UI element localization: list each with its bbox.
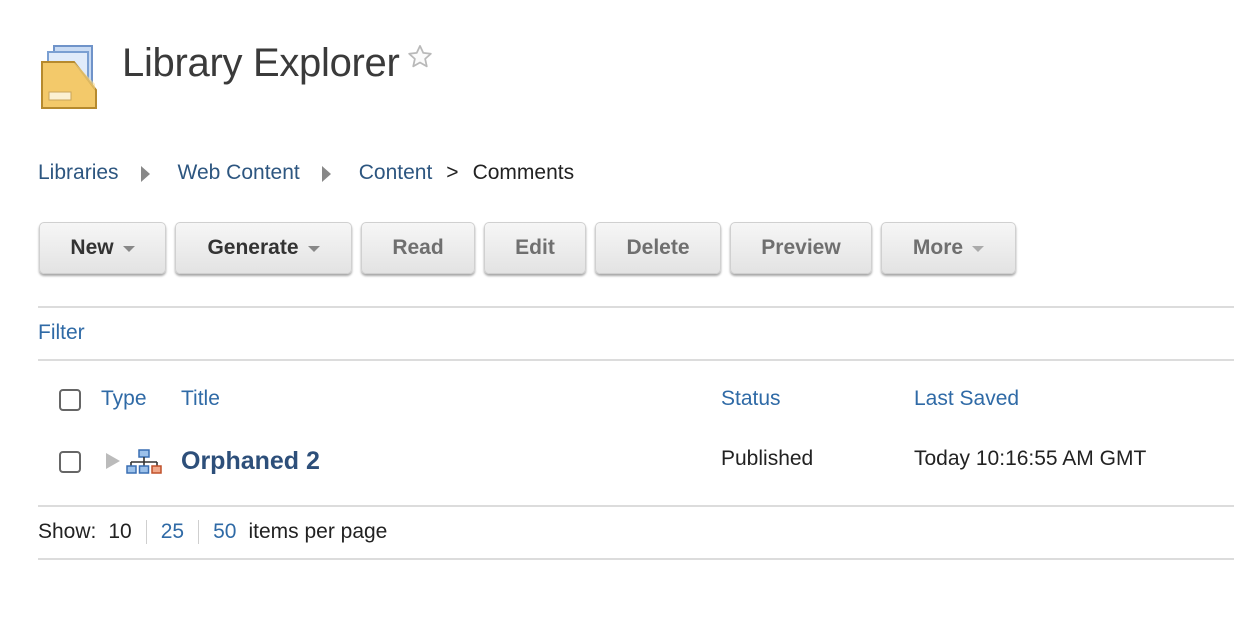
breadcrumb-arrow-icon[interactable]	[321, 166, 331, 182]
read-button[interactable]: Read	[361, 222, 475, 274]
breadcrumb-arrow-icon[interactable]	[140, 166, 150, 182]
page-header: Library Explorer	[40, 41, 434, 110]
generate-button-label: Generate	[207, 236, 299, 259]
preview-button[interactable]: Preview	[730, 222, 872, 274]
page-size-10-selected: 10	[108, 520, 132, 543]
filter-link[interactable]: Filter	[38, 321, 85, 345]
column-header-last-saved[interactable]: Last Saved	[914, 387, 1019, 411]
new-button-label: New	[70, 236, 114, 259]
breadcrumb-current: Comments	[472, 161, 575, 184]
page-size-50-link[interactable]: 50	[213, 520, 236, 544]
chevron-down-icon	[122, 246, 135, 252]
separator	[145, 520, 147, 544]
breadcrumb-content[interactable]: Content	[359, 161, 433, 185]
more-button-label: More	[912, 236, 964, 259]
page-size-25-link[interactable]: 25	[161, 520, 184, 544]
row-last-saved: Today 10:16:55 AM GMT	[914, 447, 1147, 470]
delete-button-label: Delete	[626, 236, 690, 259]
row-title-link[interactable]: Orphaned 2	[181, 447, 320, 476]
read-button-label: Read	[392, 236, 444, 259]
new-button[interactable]: New	[39, 222, 166, 274]
divider	[38, 359, 1234, 361]
breadcrumb-separator: >	[446, 161, 459, 184]
generate-button[interactable]: Generate	[175, 222, 352, 274]
toolbar: New Generate Read Edit Delete Preview Mo…	[39, 222, 1016, 274]
delete-button[interactable]: Delete	[595, 222, 721, 274]
divider	[38, 306, 1234, 308]
row-checkbox[interactable]	[59, 451, 81, 473]
divider	[38, 558, 1234, 560]
show-label: Show:	[38, 520, 97, 543]
separator	[198, 520, 200, 544]
breadcrumb: Libraries Web Content Content > Comments	[38, 161, 574, 185]
select-all-checkbox[interactable]	[59, 389, 81, 411]
row-status: Published	[721, 447, 814, 470]
divider	[38, 505, 1234, 507]
column-header-title[interactable]: Title	[181, 387, 220, 411]
page-title: Library Explorer	[122, 41, 400, 85]
star-outline-icon[interactable]	[406, 43, 434, 71]
page-size-selector: Show: 10 25 50 items per page	[38, 520, 387, 544]
breadcrumb-web-content[interactable]: Web Content	[178, 161, 300, 185]
expand-arrow-icon[interactable]	[106, 453, 120, 469]
chevron-down-icon	[307, 246, 320, 252]
breadcrumb-libraries[interactable]: Libraries	[38, 161, 119, 185]
edit-button[interactable]: Edit	[484, 222, 586, 274]
more-button[interactable]: More	[881, 222, 1016, 274]
preview-button-label: Preview	[761, 236, 841, 259]
column-header-type[interactable]: Type	[101, 387, 147, 411]
edit-button-label: Edit	[515, 236, 555, 259]
library-folder-icon	[40, 44, 98, 110]
chevron-down-icon	[972, 246, 985, 252]
site-area-hierarchy-icon	[126, 449, 162, 475]
items-per-page-label: items per page	[248, 520, 388, 543]
column-header-status[interactable]: Status	[721, 387, 781, 411]
